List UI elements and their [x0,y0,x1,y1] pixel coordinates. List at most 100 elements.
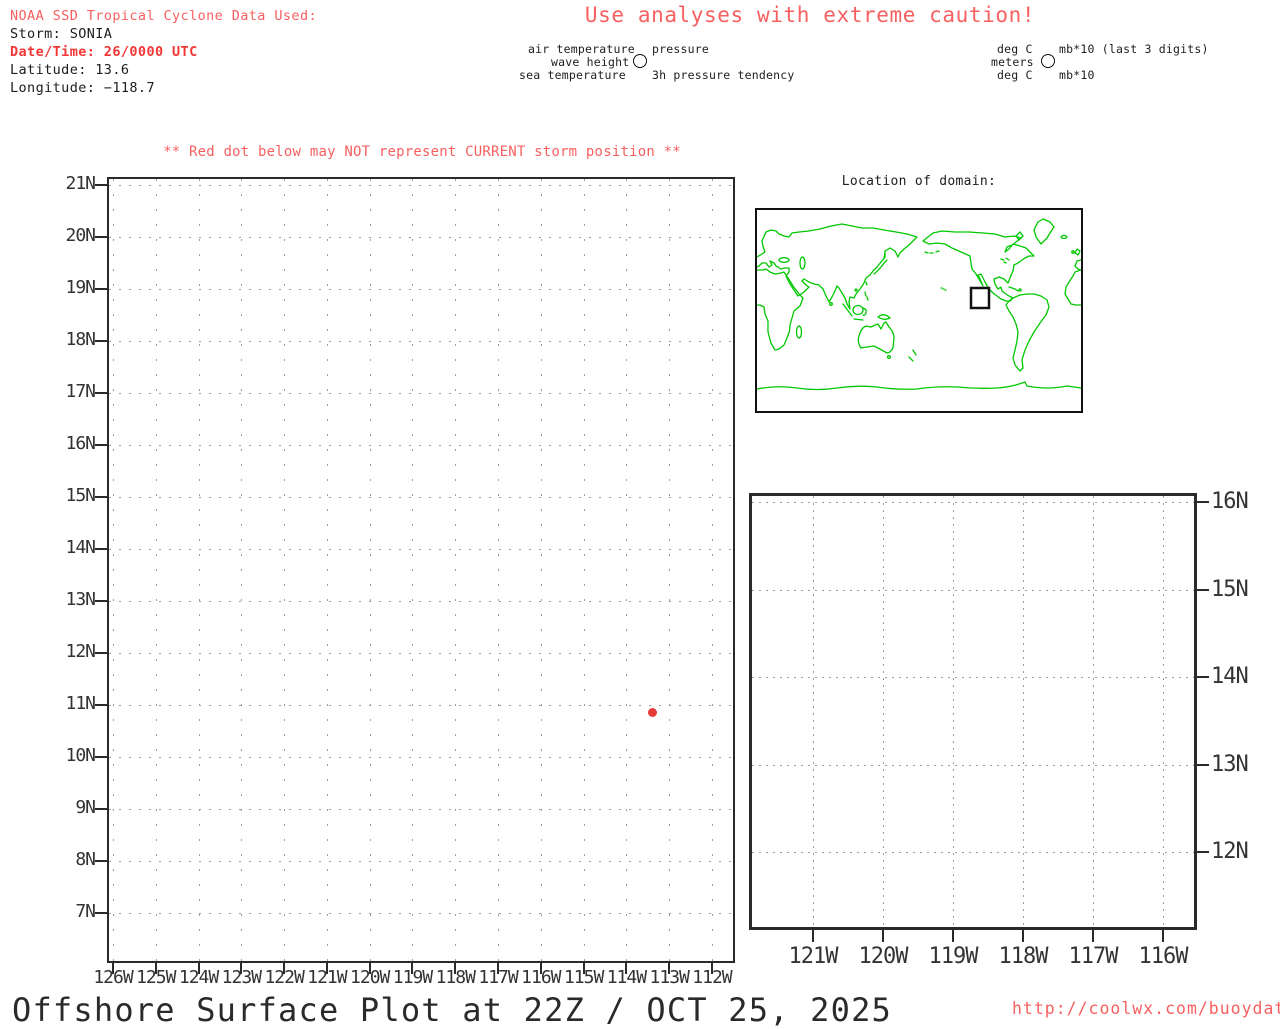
legend-units-sea: deg C [997,68,1033,82]
main-gridline-h [109,601,733,602]
main-lat-label: 21N [65,173,96,194]
domain-rectangle [969,286,991,310]
taiwan [865,281,868,286]
zoom-lat-tick [1197,676,1209,678]
main-lat-label: 14N [65,537,96,558]
coastline-uk [1074,248,1081,256]
main-lon-label: 113W [649,967,690,988]
zoom-gridline-v [953,496,954,927]
header-longitude: Longitude: −118.7 [10,80,155,96]
main-lat-label: 9N [75,797,96,818]
baffin-island [1015,231,1024,241]
main-lon-label: 115W [563,967,604,988]
main-gridline-h [109,393,733,394]
zoom-lon-label: 117W [1068,944,1119,969]
main-lat-tick [95,600,107,602]
coastline-eurasia [756,223,918,310]
page-title: Offshore Surface Plot at 22Z / OCT 25, 2… [12,991,893,1029]
zoom-lon-label: 118W [998,944,1049,969]
main-lat-tick [95,340,107,342]
main-lat-label: 10N [65,745,96,766]
zoom-lat-label: 14N [1211,664,1249,689]
zoom-lon-label: 120W [858,944,909,969]
philippines [864,291,869,301]
zoom-lat-tick [1197,501,1209,503]
world-map-svg [756,218,1082,391]
legend-pressure-tendency: 3h pressure tendency [652,68,795,82]
main-gridline-v [669,179,671,961]
hawaii [940,287,947,291]
main-lat-tick [95,392,107,394]
source-url: http://coolwx.com/buoydata [1012,999,1280,1018]
sri-lanka [829,302,833,306]
main-gridline-v [284,179,286,961]
legend-sea-temperature: sea temperature [519,68,626,82]
main-lon-label: 124W [178,967,219,988]
main-lat-label: 15N [65,485,96,506]
coastline-south-america [1005,293,1050,372]
zoom-gridline-h [752,764,1194,766]
main-gridline-h [109,445,733,446]
header-latitude: Latitude: 13.6 [10,62,130,78]
main-lat-tick [95,652,107,654]
zoom-gridline-h [752,502,1194,503]
zoom-lat-label: 13N [1211,751,1249,777]
main-lon-label: 112W [692,967,732,988]
zoom-gridline-v [883,496,884,927]
madagascar [795,325,803,339]
main-gridline-v [241,179,243,961]
zoom-gridline-h [752,852,1194,853]
main-lat-tick [95,444,107,446]
java [853,318,864,321]
main-lon-label: 125W [136,967,176,988]
main-lat-label: 19N [65,277,96,298]
main-lon-label: 116W [521,967,561,988]
great-lakes [1000,257,1010,264]
main-lat-tick [95,808,107,810]
main-gridline-v [455,179,457,961]
main-lat-tick [95,756,107,758]
zoom-gridline-h [752,589,1194,591]
zoom-plot-area [749,493,1197,930]
zoom-lat-label: 12N [1211,839,1249,864]
zoom-lon-tick [1092,930,1094,942]
zoom-gridline-v [1023,496,1024,927]
main-lat-tick [95,548,107,550]
legend-air-temperature: air temperature [528,42,635,56]
main-lon-label: 117W [478,967,518,988]
black-sea [778,257,790,263]
main-lat-label: 20N [65,225,96,246]
inset-map-title: Location of domain: [841,174,997,189]
main-gridline-h [109,705,733,706]
main-lat-tick [95,496,107,498]
zoom-gridline-v [813,496,814,927]
aleutians [924,250,940,254]
legend-units-air: deg C [997,42,1033,56]
zoom-gridline-h [752,677,1194,678]
storm-position-warning: ** Red dot below may NOT represent CURRE… [163,144,681,160]
main-gridline-h [109,809,733,810]
zoom-lon-tick [882,930,884,942]
zoom-gridline-v [1163,496,1164,927]
main-lat-label: 17N [65,381,96,402]
main-gridline-v [540,179,542,961]
inset-world-map [755,208,1083,413]
main-gridline-h [109,913,733,914]
main-lon-label: 123W [221,967,262,988]
legend-units-tendency: mb*10 [1059,68,1095,82]
header-storm-name: Storm: SONIA [10,26,113,42]
main-gridline-h [109,237,733,238]
main-gridline-h [109,861,733,862]
zoom-lat-tick [1197,588,1209,591]
zoom-lon-tick [1022,930,1024,942]
main-gridline-h [109,289,733,290]
main-lat-label: 11N [65,693,96,714]
offshore-surface-plot-page: { "colors": { "red_soft": "#f86060", "re… [0,0,1280,1029]
main-gridline-h [109,757,733,758]
zoom-lat-label: 16N [1211,489,1249,514]
storm-position-dot-zoom [647,707,657,717]
main-gridline-v [113,179,114,961]
header-datetime: Date/Time: 26/0000 UTC [10,44,198,60]
hispaniola [1018,288,1022,292]
legend-units-pressure: mb*10 (last 3 digits) [1059,42,1209,56]
